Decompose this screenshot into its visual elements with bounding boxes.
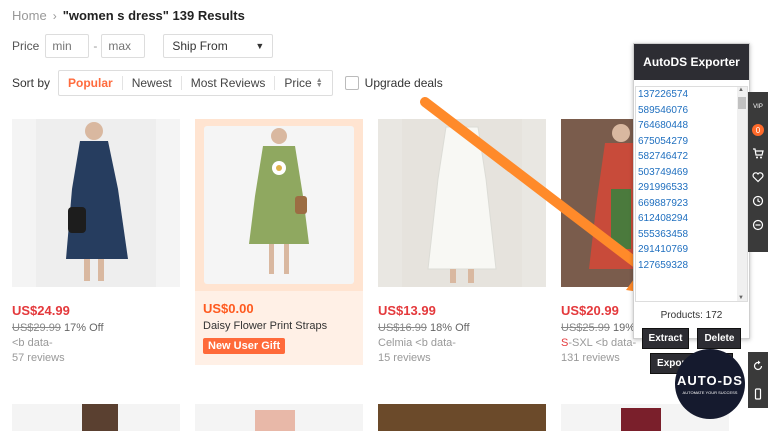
new-user-gift-badge: New User Gift <box>203 338 286 354</box>
price-dash: - <box>93 39 98 53</box>
product-old-price-row: US$29.99 17% Off <box>12 322 180 334</box>
upgrade-deals-toggle[interactable]: Upgrade deals <box>344 76 443 90</box>
right-toolbar: VIP 0 <box>748 92 768 252</box>
product-image[interactable] <box>378 119 546 287</box>
product-id-item[interactable]: 764680448 <box>636 118 747 134</box>
product-card[interactable] <box>12 404 180 431</box>
product-id-item[interactable]: 582746472 <box>636 149 747 165</box>
cart-icon[interactable] <box>751 146 765 160</box>
product-id-item[interactable]: 669887923 <box>636 196 747 212</box>
dress-image <box>378 404 546 431</box>
refresh-icon[interactable] <box>751 359 765 373</box>
product-id-item[interactable]: 503749469 <box>636 165 747 181</box>
sort-arrows-icon: ▲ ▼ <box>315 77 323 89</box>
exporter-actions: Extract Delete <box>634 328 749 349</box>
product-image[interactable] <box>12 119 180 287</box>
sort-label: Sort by <box>12 76 51 90</box>
product-card[interactable] <box>378 404 546 431</box>
product-old-price: US$29.99 <box>12 322 61 334</box>
breadcrumb: Home › "women s dress" 139 Results <box>12 8 245 23</box>
product-discount: 17% Off <box>64 322 104 334</box>
autods-exporter-panel: AutoDS Exporter 137226574 589546076 7646… <box>633 43 750 374</box>
vip-icon[interactable]: VIP <box>751 100 765 114</box>
product-card[interactable]: US$24.99 US$29.99 17% Off <b data- 57 re… <box>12 119 180 364</box>
product-id-item[interactable]: 291410769 <box>636 242 747 258</box>
product-size-text: -SXL <b data- <box>568 337 637 349</box>
search-results-title: "women s dress" 139 Results <box>62 8 245 23</box>
right-toolbar-bottom <box>748 352 768 408</box>
breadcrumb-home-link[interactable]: Home <box>12 8 47 23</box>
dress-image <box>255 410 295 431</box>
price-min-input[interactable] <box>45 34 90 58</box>
price-max-input[interactable] <box>101 34 146 58</box>
extract-button[interactable]: Extract <box>641 328 690 349</box>
gift-product-card[interactable]: US$0.00 Daisy Flower Print Straps New Us… <box>195 119 363 365</box>
sort-newest[interactable]: Newest <box>123 76 182 90</box>
delete-button[interactable]: Delete <box>697 328 742 349</box>
product-image[interactable] <box>195 119 363 291</box>
product-price: US$24.99 <box>12 303 70 318</box>
cart-count-badge: 0 <box>752 124 764 136</box>
caret-down-icon: ▼ <box>255 41 265 51</box>
products-count: Products: 172 <box>660 310 723 321</box>
product-name: Daisy Flower Print Straps <box>203 320 328 332</box>
product-id-item[interactable]: 137226574 <box>636 87 747 103</box>
chat-icon[interactable] <box>751 218 765 232</box>
ship-from-label: Ship From <box>172 39 228 53</box>
product-reviews: 15 reviews <box>378 352 431 364</box>
sort-options: Popular Newest Most Reviews Price ▲ ▼ <box>58 70 333 96</box>
product-old-price: US$25.99 <box>561 322 610 334</box>
exporter-title: AutoDS Exporter <box>634 44 749 80</box>
dress-image <box>36 119 156 287</box>
chevron-right-icon: › <box>52 8 57 23</box>
dress-image <box>249 128 309 274</box>
sort-price-label: Price <box>284 76 312 90</box>
autods-logo: AUTO-DS AUTOMATE YOUR SUCCESS <box>675 349 745 419</box>
product-meta: <b data- <box>12 337 53 349</box>
product-id-item[interactable]: 675054279 <box>636 134 747 150</box>
product-card[interactable] <box>195 404 363 431</box>
product-price: US$0.00 <box>203 301 254 316</box>
ship-from-select[interactable]: Ship From ▼ <box>163 34 274 58</box>
product-id-item[interactable]: 612408294 <box>636 211 747 227</box>
heart-icon[interactable] <box>751 170 765 184</box>
product-id-item[interactable]: 291996533 <box>636 180 747 196</box>
sort-most-reviews[interactable]: Most Reviews <box>182 76 276 90</box>
dress-image <box>82 404 118 431</box>
scroll-up-icon[interactable]: ▲ <box>738 87 744 93</box>
list-scrollbar[interactable]: ▲ ▼ <box>737 87 747 301</box>
filter-row: Price - Ship From ▼ <box>12 34 274 58</box>
product-image-frame <box>204 126 354 284</box>
upgrade-deals-label: Upgrade deals <box>364 76 443 90</box>
scroll-down-icon[interactable]: ▼ <box>738 295 744 301</box>
product-id-list[interactable]: 137226574 589546076 764680448 675054279 … <box>635 86 748 302</box>
logo-tagline: AUTOMATE YOUR SUCCESS <box>682 390 738 395</box>
product-price: US$13.99 <box>378 303 436 318</box>
product-id-item[interactable]: 589546076 <box>636 103 747 119</box>
product-id-item[interactable]: 555363458 <box>636 227 747 243</box>
product-card[interactable]: US$13.99 US$16.99 18% Off Celmia <b data… <box>378 119 546 364</box>
upgrade-deals-checkbox[interactable] <box>344 76 359 90</box>
sort-price[interactable]: Price ▲ ▼ <box>275 76 331 90</box>
clock-icon[interactable] <box>751 194 765 208</box>
scrollbar-thumb[interactable] <box>738 97 746 109</box>
product-reviews: 57 reviews <box>12 352 65 364</box>
product-old-price-row: US$16.99 18% Off <box>378 322 546 334</box>
product-old-price: US$16.99 <box>378 322 427 334</box>
sort-popular[interactable]: Popular <box>59 76 123 90</box>
product-meta: Celmia <b data- <box>378 337 456 349</box>
price-label: Price <box>12 39 40 53</box>
product-discount: 18% Off <box>430 322 470 334</box>
dress-image <box>402 119 522 287</box>
sort-row: Sort by Popular Newest Most Reviews Pric… <box>12 70 443 96</box>
product-id-item[interactable]: 127659328 <box>636 258 747 274</box>
logo-brand: AUTO-DS <box>677 373 743 388</box>
mobile-icon[interactable] <box>751 387 765 401</box>
